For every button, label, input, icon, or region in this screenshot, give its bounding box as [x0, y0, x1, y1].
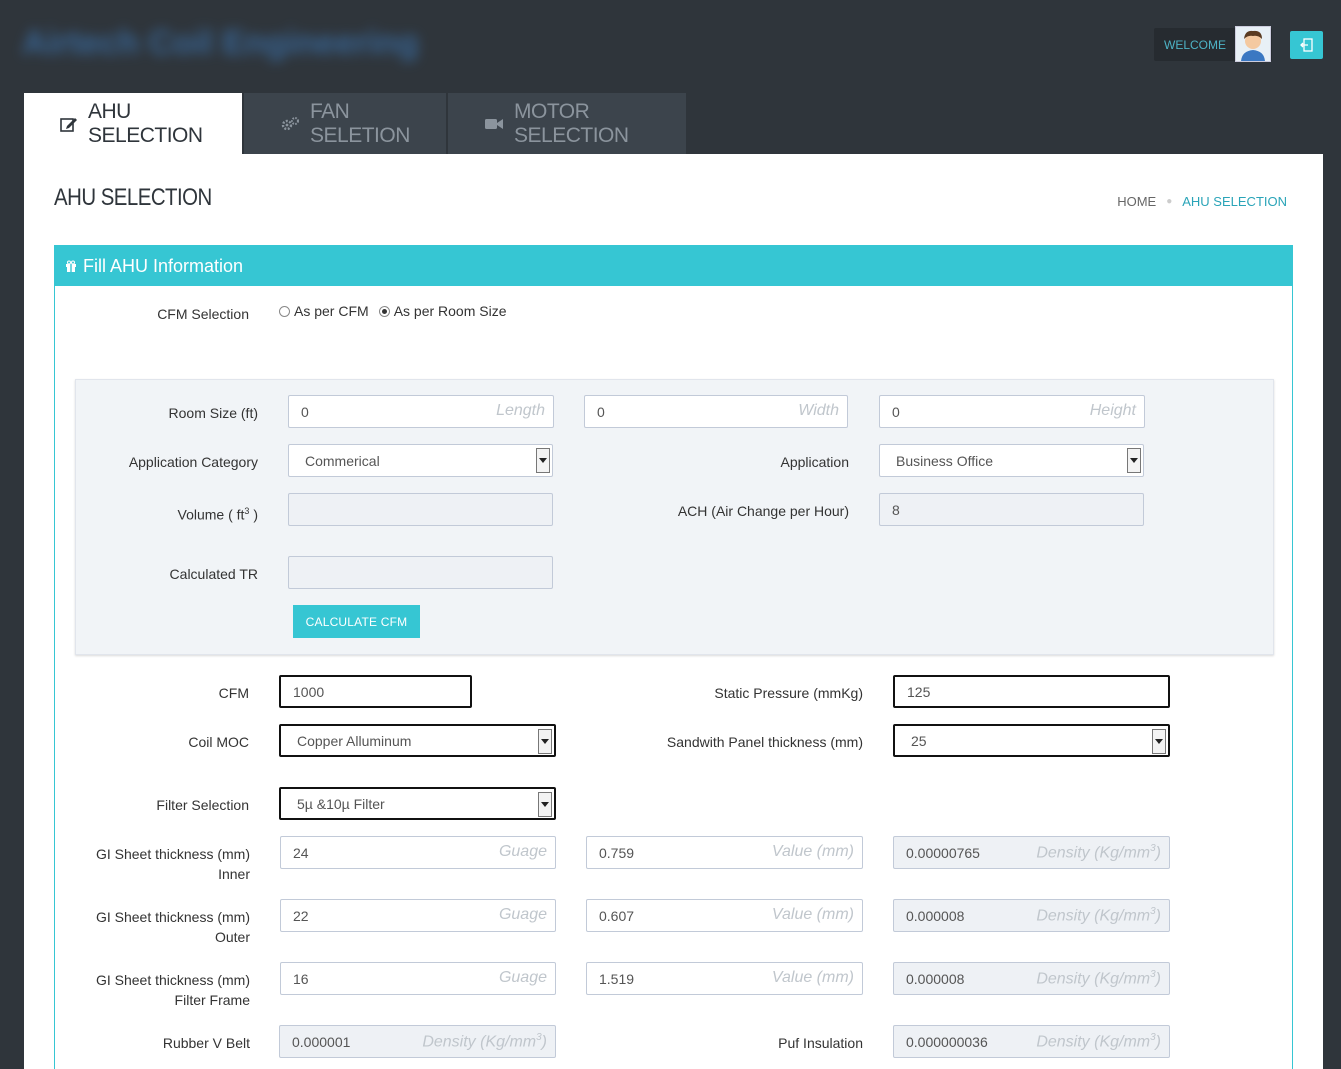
rubber-density-field[interactable]: 0.000001 Density (Kg/mm3) — [279, 1025, 556, 1058]
chevron-down-icon — [538, 729, 552, 754]
gi-outer-value-input[interactable]: 0.607 Value (mm) — [586, 899, 863, 932]
ach-field[interactable]: 8 — [879, 493, 1144, 526]
welcome-label: WELCOME — [1164, 38, 1227, 52]
edit-icon — [60, 116, 78, 132]
volume-field[interactable] — [288, 493, 553, 526]
breadcrumb-separator: ● — [1166, 196, 1173, 207]
gi-inner-value-input[interactable]: 0.759 Value (mm) — [586, 836, 863, 869]
filter-selection-select[interactable]: 5µ &10µ Filter — [279, 787, 556, 820]
gift-icon — [65, 260, 77, 272]
gi-filter-frame-label: GI Sheet thickness (mm) Filter Frame — [95, 972, 250, 1008]
top-bar: Airtech Coil Engineering WELCOME — [0, 0, 1341, 93]
gi-frame-density-field[interactable]: 0.000008 Density (Kg/mm3) — [893, 962, 1170, 995]
cfm-input[interactable]: 1000 — [279, 675, 472, 708]
coil-moc-label: Coil MOC — [188, 734, 249, 750]
cfm-selection-radios: As per CFM As per Room Size — [279, 303, 507, 319]
user-menu[interactable]: WELCOME — [1154, 26, 1272, 62]
gi-inner-gauge-input[interactable]: 24 Guage — [280, 836, 556, 869]
radio-label-room-size: As per Room Size — [393, 303, 507, 319]
chevron-down-icon — [536, 448, 550, 473]
logout-icon — [1299, 38, 1313, 52]
static-pressure-label: Static Pressure (mmKg) — [714, 685, 863, 701]
calculated-tr-field[interactable] — [288, 556, 553, 589]
volume-label: Volume ( ft3 ) — [177, 506, 259, 523]
gi-inner-label: GI Sheet thickness (mm) Inner — [95, 846, 250, 882]
calculate-cfm-button[interactable]: CALCULATE CFM — [293, 605, 420, 638]
cfm-label: CFM — [218, 685, 249, 701]
breadcrumb-home[interactable]: HOME — [1117, 194, 1156, 209]
room-size-section: Room Size (ft) 0 Length 0 Width 0 Height Ap… — [75, 379, 1274, 655]
radio-as-per-room-size[interactable] — [378, 305, 390, 317]
chevron-down-icon — [1152, 729, 1166, 754]
chevron-down-icon — [1127, 448, 1141, 473]
tab-label: AHU SELECTION — [88, 99, 203, 147]
ach-label: ACH (Air Change per Hour) — [677, 503, 849, 519]
filter-selection-label: Filter Selection — [156, 797, 249, 813]
tab-label: FAN SELETION — [310, 99, 410, 147]
gi-frame-gauge-input[interactable]: 16 Guage — [280, 962, 556, 995]
tab-fan-selection[interactable]: FAN SELETION — [244, 93, 446, 154]
application-category-select[interactable]: Commerical — [288, 444, 553, 477]
room-size-label: Room Size (ft) — [168, 405, 258, 421]
avatar[interactable] — [1235, 26, 1271, 62]
gi-outer-gauge-input[interactable]: 22 Guage — [280, 899, 556, 932]
user-avatar-icon — [1236, 27, 1270, 61]
ahu-form-panel: Fill AHU Information CFM Selection As pe… — [54, 245, 1293, 1069]
application-category-label: Application Category — [128, 454, 258, 470]
camera-icon — [484, 117, 504, 131]
breadcrumb-current[interactable]: AHU SELECTION — [1182, 194, 1287, 209]
puf-insulation-label: Puf Insulation — [778, 1035, 863, 1051]
height-input[interactable]: 0 Height — [879, 395, 1145, 428]
page-title: AHU SELECTION — [54, 184, 212, 211]
tab-ahu-selection[interactable]: AHU SELECTION — [24, 93, 242, 154]
width-input[interactable]: 0 Width — [584, 395, 848, 428]
gears-icon — [280, 116, 300, 132]
panel-header: Fill AHU Information — [55, 246, 1292, 286]
main-content: AHU SELECTION HOME ● AHU SELECTION Fill … — [24, 154, 1323, 1069]
brand-logo[interactable]: Airtech Coil Engineering — [22, 24, 419, 63]
gi-inner-density-field[interactable]: 0.00000765 Density (Kg/mm3) — [893, 836, 1170, 869]
radio-as-per-cfm[interactable] — [279, 305, 290, 317]
tab-label: MOTOR SELECTION — [514, 99, 629, 147]
chevron-down-icon — [538, 792, 552, 817]
rubber-v-belt-label: Rubber V Belt — [162, 1035, 250, 1051]
calculated-tr-label: Calculated TR — [169, 566, 258, 582]
application-label: Application — [780, 454, 850, 470]
tab-motor-selection[interactable]: MOTOR SELECTION — [448, 93, 686, 154]
breadcrumb: HOME ● AHU SELECTION — [1117, 194, 1287, 209]
static-pressure-input[interactable]: 125 — [893, 675, 1170, 708]
gi-frame-value-input[interactable]: 1.519 Value (mm) — [586, 962, 863, 995]
gi-outer-density-field[interactable]: 0.000008 Density (Kg/mm3) — [893, 899, 1170, 932]
puf-density-field[interactable]: 0.000000036 Density (Kg/mm3) — [893, 1025, 1170, 1058]
gi-outer-label: GI Sheet thickness (mm) Outer — [95, 909, 250, 945]
cfm-selection-label: CFM Selection — [157, 306, 249, 322]
logout-button[interactable] — [1290, 31, 1323, 59]
application-select[interactable]: Business Office — [879, 444, 1144, 477]
panel-title: Fill AHU Information — [83, 255, 244, 276]
length-input[interactable]: 0 Length — [288, 395, 554, 428]
sandwich-panel-label: Sandwith Panel thickness (mm) — [666, 734, 863, 750]
radio-label-cfm: As per CFM — [294, 303, 369, 319]
sandwich-panel-select[interactable]: 25 — [893, 724, 1170, 757]
coil-moc-select[interactable]: Copper Alluminum — [279, 724, 556, 757]
